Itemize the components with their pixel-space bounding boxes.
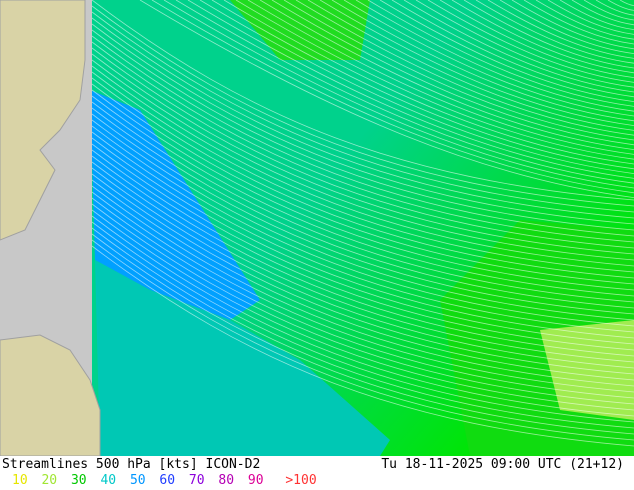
legend-item: 70 [188,473,205,488]
legend-item: 80 [218,473,235,488]
map-title: Streamlines 500 hPa [kts] ICON-D2 [2,457,261,472]
streamline-map [0,0,634,456]
legend-item: 90 [247,473,264,488]
legend-item: 40 [100,473,117,488]
legend-item: >100 [285,473,317,488]
valid-time: Tu 18-11-2025 09:00 UTC (21+12) [381,457,624,472]
legend-item: 30 [70,473,87,488]
legend-item: 50 [129,473,146,488]
legend-item: 60 [159,473,176,488]
speed-legend: 10 20 30 40 50 60 70 80 90 >100 [12,473,323,488]
legend-item: 10 [12,473,28,488]
legend-item: 20 [41,473,58,488]
